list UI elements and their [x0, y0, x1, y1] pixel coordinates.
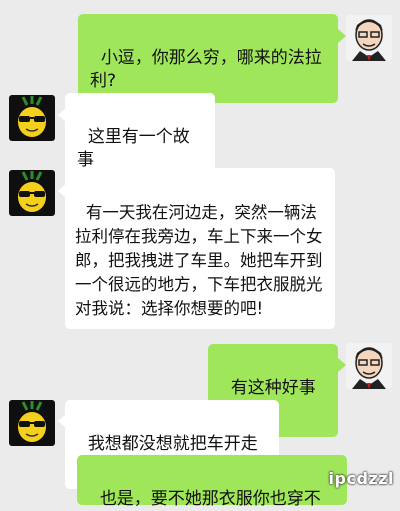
my-avatar[interactable] [346, 343, 392, 389]
bubble-tail [338, 358, 346, 372]
message-text: 有一天我在河边走，突然一辆法拉利停在我旁边，车上下来一个女郎，把我拽进了车里。她… [75, 203, 323, 318]
message-text: 这里有一个故事 [77, 127, 190, 170]
message-bubble-3[interactable]: 有一天我在河边走，突然一辆法拉利停在我旁边，车上下来一个女郎，把我拽进了车里。她… [65, 168, 335, 329]
cartoon-man-avatar-icon [346, 15, 392, 61]
bubble-tail [338, 29, 346, 43]
other-avatar[interactable] [9, 95, 55, 141]
sunglasses-pineapple-avatar-icon [9, 400, 55, 446]
message-bubble-6[interactable]: 也是，要不她那衣服你也穿不 [77, 455, 347, 509]
message-bubble-1[interactable]: 小逗，你那么穷，哪来的法拉利? [78, 14, 338, 103]
watermark: ipcdzzl [328, 469, 394, 488]
other-avatar[interactable] [9, 400, 55, 446]
sunglasses-pineapple-avatar-icon [9, 95, 55, 141]
message-text: 有这种好事 [230, 378, 316, 398]
message-text: 也是，要不她那衣服你也穿不 [99, 489, 321, 509]
my-avatar[interactable] [346, 15, 392, 61]
cartoon-man-avatar-icon [346, 343, 392, 389]
sunglasses-pineapple-avatar-icon [9, 170, 55, 216]
message-text: 小逗，你那么穷，哪来的法拉利? [90, 48, 322, 91]
other-avatar[interactable] [9, 170, 55, 216]
